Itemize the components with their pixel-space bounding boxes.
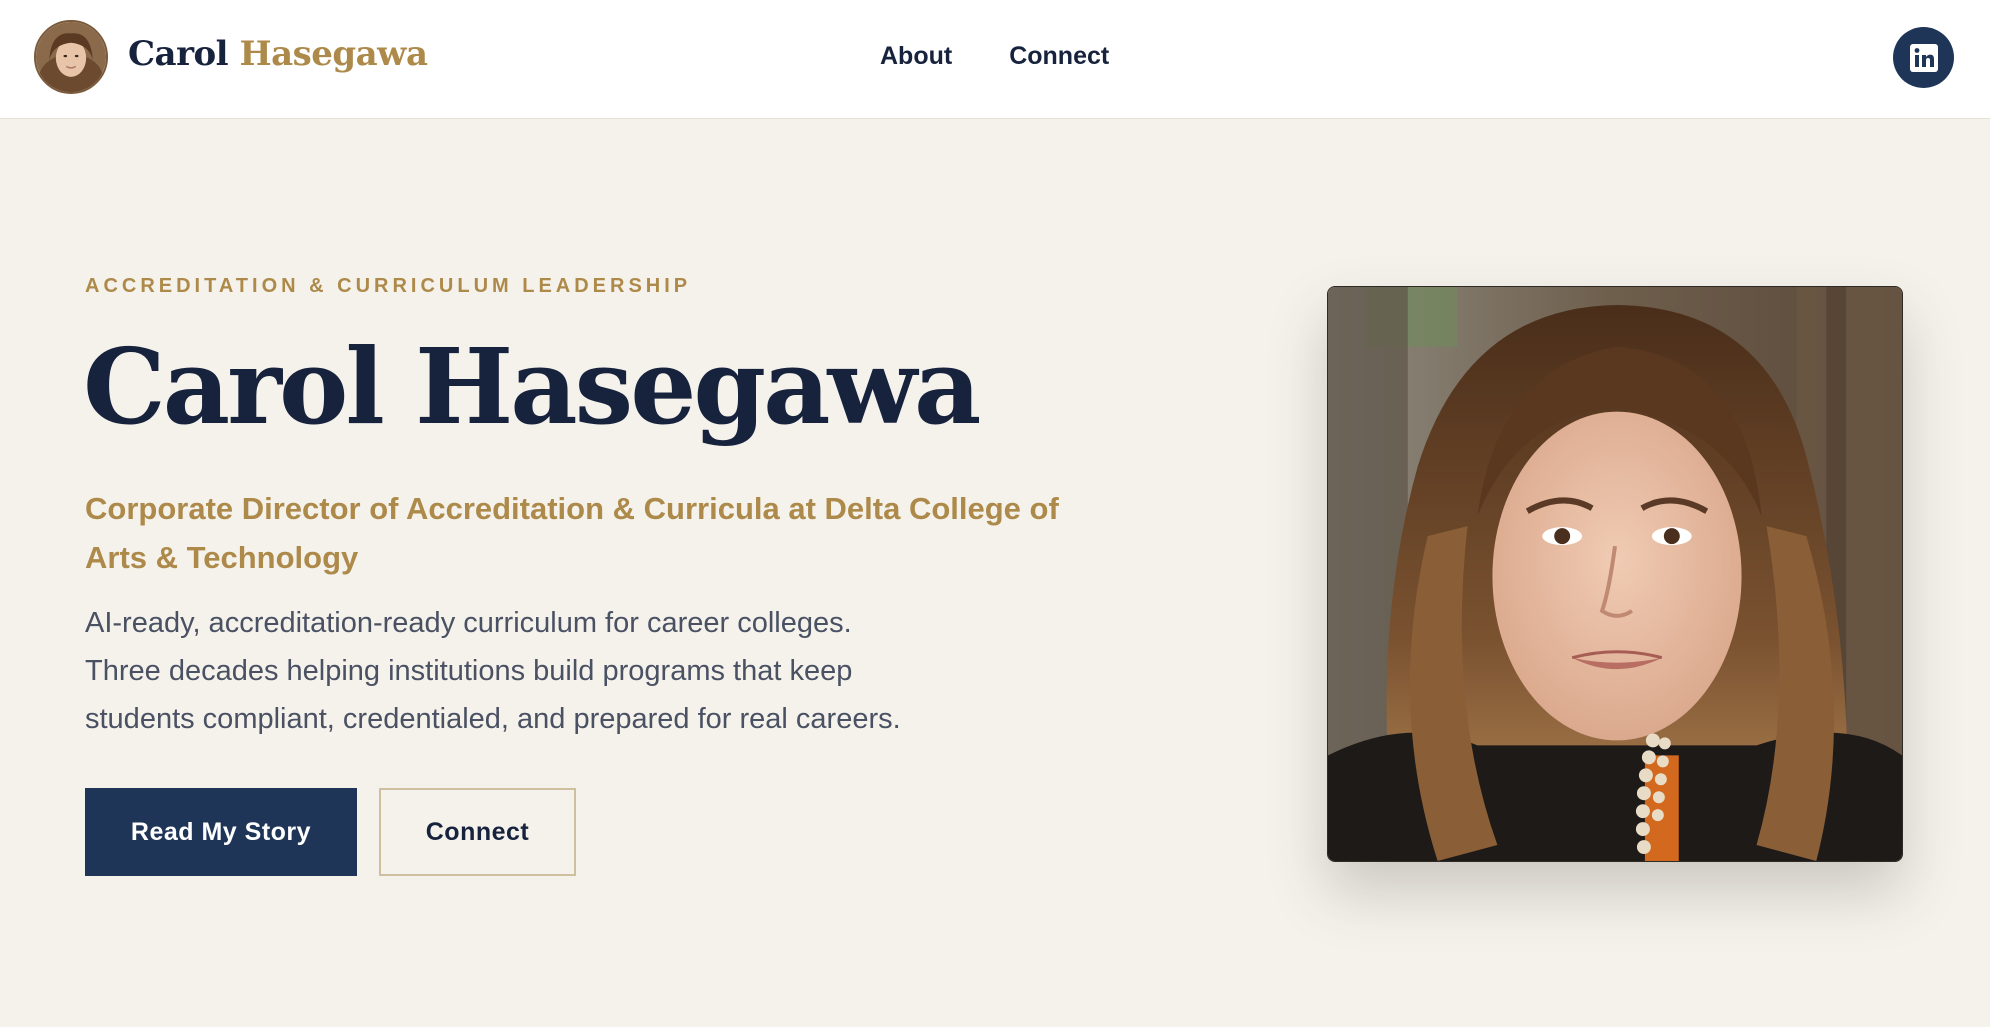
portrait-photo xyxy=(1327,286,1903,862)
hero-intro: AI-ready, accreditation-ready curriculum… xyxy=(85,599,1015,743)
avatar-image xyxy=(36,22,106,92)
portrait-image xyxy=(1328,287,1902,861)
intro-line: AI-ready, accreditation-ready curriculum… xyxy=(85,607,852,639)
connect-button[interactable]: Connect xyxy=(379,788,576,876)
nav-about-link[interactable]: About xyxy=(880,42,952,71)
brand-last-name: Hasegawa xyxy=(239,34,428,74)
main-nav: About Connect xyxy=(880,42,1109,71)
intro-line: students compliant, credentialed, and pr… xyxy=(85,703,901,735)
brand-first-name: Carol xyxy=(128,34,229,74)
hero-role: Corporate Director of Accreditation & Cu… xyxy=(85,491,1059,575)
intro-line: Three decades helping institutions build… xyxy=(85,655,853,687)
linkedin-icon xyxy=(1909,43,1938,72)
brand-logo[interactable]: Carol Hasegawa xyxy=(128,34,428,74)
avatar[interactable] xyxy=(34,20,108,94)
hero-name-heading: Carol Hasegawa xyxy=(83,325,981,448)
site-header: Carol Hasegawa About Connect xyxy=(0,0,1990,119)
read-my-story-button[interactable]: Read My Story xyxy=(85,788,357,876)
hero-eyebrow: ACCREDITATION & CURRICULUM LEADERSHIP xyxy=(85,275,692,297)
nav-connect-link[interactable]: Connect xyxy=(1009,42,1109,71)
linkedin-button[interactable] xyxy=(1893,27,1954,88)
